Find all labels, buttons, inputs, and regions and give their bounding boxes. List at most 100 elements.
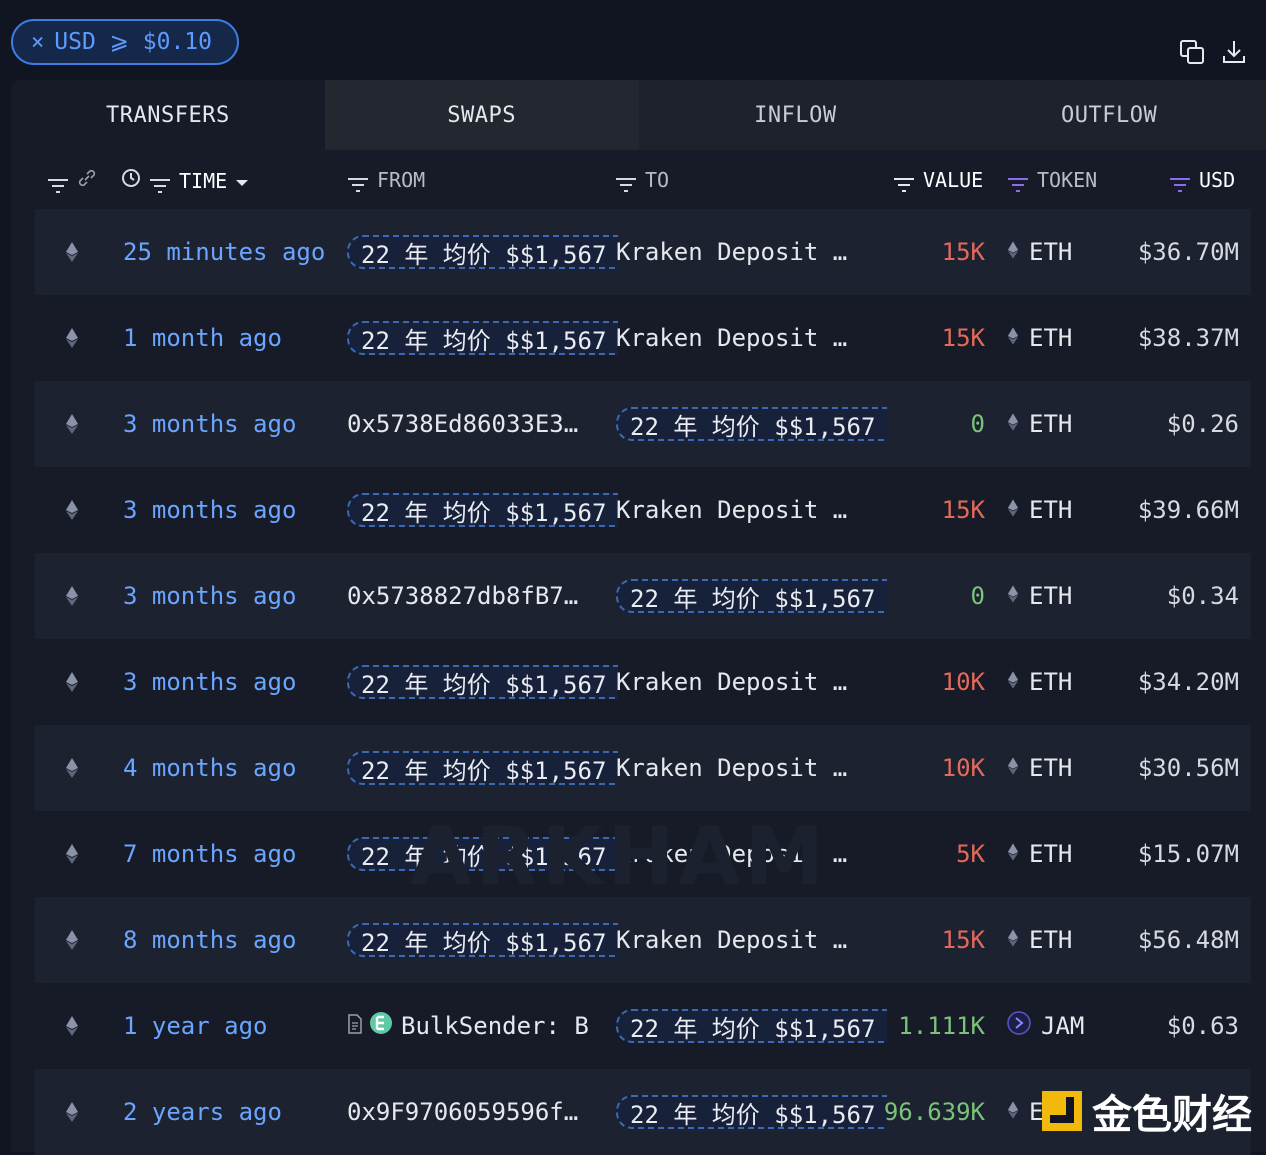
token-cell[interactable]: ETH	[1007, 553, 1072, 639]
token-cell[interactable]: ETH	[1007, 811, 1072, 897]
to-column-header[interactable]: TO	[645, 168, 669, 192]
usd-column-header[interactable]: USD	[1199, 168, 1235, 192]
token-column-header[interactable]: TOKEN	[1037, 168, 1097, 192]
to-filter-icon[interactable]	[615, 173, 637, 192]
table-row[interactable]: 3 months ago 22 年 均价 $$1,567 Kraken Deposi…	[35, 467, 1251, 553]
tab-outflow[interactable]: OUTFLOW	[952, 80, 1266, 150]
from-address[interactable]: 22 年 均价 $$1,567	[347, 209, 619, 295]
to-address[interactable]: 22 年 均价 $$1,567	[616, 553, 888, 639]
time-link[interactable]: 3 months ago	[123, 467, 296, 553]
from-address[interactable]: 0x5738827db8fB7…	[347, 553, 578, 639]
entity-tag[interactable]: 22 年 均价 $$1,567	[616, 579, 888, 613]
transfer-value: 10K	[941, 668, 985, 696]
time-link[interactable]: 2 years ago	[123, 1069, 282, 1155]
table-row[interactable]: 3 months ago 0x5738Ed86033E3… 22 年 均价 $$1,…	[35, 381, 1251, 467]
time-link[interactable]: 1 month ago	[123, 295, 282, 381]
from-address[interactable]: 22 年 均价 $$1,567	[347, 639, 619, 725]
address-label[interactable]: BulkSender: B	[401, 1012, 589, 1040]
entity-tag[interactable]: 22 年 均价 $$1,567	[347, 235, 619, 269]
entity-tag[interactable]: 22 年 均价 $$1,567	[347, 493, 619, 527]
from-filter-icon[interactable]	[347, 173, 369, 192]
token-cell[interactable]: ETH	[1007, 295, 1072, 381]
time-link[interactable]: 1 year ago	[123, 983, 268, 1069]
address-label[interactable]: 0x5738827db8fB7…	[347, 582, 578, 610]
entity-tag[interactable]: 22 年 均价 $$1,567	[616, 1095, 888, 1129]
address-label[interactable]: 0x9F9706059596f…	[347, 1098, 578, 1126]
table-row[interactable]: 8 months ago 22 年 均价 $$1,567 Kraken Deposi…	[35, 897, 1251, 983]
time-link[interactable]: 3 months ago	[123, 381, 296, 467]
entity-tag[interactable]: 22 年 均价 $$1,567	[347, 321, 619, 355]
usd-value: $38.37M	[1137, 324, 1239, 352]
address-label[interactable]: Kraken Deposit …	[616, 668, 847, 696]
entity-tag[interactable]: 22 年 均价 $$1,567	[616, 407, 888, 441]
time-link[interactable]: 25 minutes ago	[123, 209, 325, 295]
to-address[interactable]: 22 年 均价 $$1,567	[616, 983, 888, 1069]
time-link[interactable]: 7 months ago	[123, 811, 296, 897]
table-row[interactable]: 25 minutes ago 22 年 均价 $$1,567 Kraken Depo…	[35, 209, 1251, 295]
usd-value: $0.63	[1166, 1012, 1239, 1040]
address-label[interactable]: Kraken Deposit …	[616, 324, 847, 352]
token-cell[interactable]: ETH	[1007, 639, 1072, 725]
usd-filter-icon[interactable]	[1169, 173, 1191, 192]
from-address[interactable]: 0x9F9706059596f…	[347, 1069, 578, 1155]
token-filter-icon[interactable]	[1007, 173, 1029, 192]
address-label[interactable]: Kraken Deposit …	[616, 754, 847, 782]
to-address[interactable]: Kraken Deposit …	[616, 295, 847, 381]
entity-tag[interactable]: 22 年 均价 $$1,567	[616, 1009, 888, 1043]
tab-swaps[interactable]: SWAPS	[324, 80, 639, 150]
close-icon[interactable]: ×	[31, 30, 44, 55]
table-row[interactable]: 1 month ago 22 年 均价 $$1,567 Kraken Deposit…	[35, 295, 1251, 381]
address-label[interactable]: Kraken Deposit …	[616, 496, 847, 524]
jinse-logo-icon	[1040, 1089, 1084, 1133]
eth-token-icon	[1007, 926, 1019, 954]
table-row[interactable]: 3 months ago 22 年 均价 $$1,567 Kraken Deposi…	[35, 639, 1251, 725]
token-cell[interactable]: JAM	[1007, 983, 1084, 1069]
address-label[interactable]: Kraken Deposit …	[616, 926, 847, 954]
tab-transfers[interactable]: TRANSFERS	[11, 80, 325, 150]
value-column-header[interactable]: VALUE	[923, 168, 983, 192]
from-column-header[interactable]: FROM	[377, 168, 425, 192]
time-link[interactable]: 8 months ago	[123, 897, 296, 983]
transfer-value: 0	[970, 410, 985, 438]
download-icon[interactable]	[1220, 38, 1248, 66]
sort-down-icon[interactable]	[235, 169, 249, 193]
token-cell[interactable]: ETH	[1007, 725, 1072, 811]
from-address[interactable]: 22 年 均价 $$1,567	[347, 295, 619, 381]
entity-tag[interactable]: 22 年 均价 $$1,567	[347, 751, 619, 785]
token-cell[interactable]: ETH	[1007, 467, 1072, 553]
to-address[interactable]: Kraken Deposit …	[616, 639, 847, 725]
to-address[interactable]: 22 年 均价 $$1,567	[616, 381, 888, 467]
from-address[interactable]: 0x5738Ed86033E3…	[347, 381, 578, 467]
link-icon[interactable]	[77, 168, 97, 193]
from-address[interactable]: 22 年 均价 $$1,567	[347, 467, 619, 553]
from-address[interactable]: BulkSender: B	[347, 983, 589, 1069]
token-cell[interactable]: ETH	[1007, 209, 1072, 295]
to-address[interactable]: Kraken Deposit …	[616, 209, 847, 295]
to-address[interactable]: Kraken Deposit …	[616, 897, 847, 983]
entity-tag[interactable]: 22 年 均价 $$1,567	[347, 665, 619, 699]
copy-icon[interactable]	[1178, 38, 1206, 66]
from-address[interactable]: 22 年 均价 $$1,567	[347, 897, 619, 983]
address-label[interactable]: 0x5738Ed86033E3…	[347, 410, 578, 438]
tab-inflow[interactable]: INFLOW	[638, 80, 953, 150]
from-address[interactable]: 22 年 均价 $$1,567	[347, 725, 619, 811]
transfer-value: 15K	[941, 324, 985, 352]
to-address[interactable]: 22 年 均价 $$1,567	[616, 1069, 888, 1155]
address-label[interactable]: Kraken Deposit …	[616, 238, 847, 266]
token-cell[interactable]: ETH	[1007, 897, 1072, 983]
table-row[interactable]: 1 year ago BulkSender: B 22 年 均价 $$1,567 1.…	[35, 983, 1251, 1069]
time-column-header[interactable]: TIME	[179, 169, 227, 193]
usd-filter-chip[interactable]: × USD ⩾ $0.10	[11, 19, 239, 65]
to-address[interactable]: Kraken Deposit …	[616, 467, 847, 553]
value-filter-icon[interactable]	[893, 173, 915, 192]
time-link[interactable]: 3 months ago	[123, 639, 296, 725]
to-address[interactable]: Kraken Deposit …	[616, 725, 847, 811]
table-row[interactable]: 3 months ago 0x5738827db8fB7… 22 年 均价 $$1,…	[35, 553, 1251, 639]
time-filter-icon[interactable]	[149, 174, 171, 193]
table-row[interactable]: 4 months ago 22 年 均价 $$1,567 Kraken Deposi…	[35, 725, 1251, 811]
time-link[interactable]: 4 months ago	[123, 725, 296, 811]
time-link[interactable]: 3 months ago	[123, 553, 296, 639]
token-cell[interactable]: ETH	[1007, 381, 1072, 467]
entity-tag[interactable]: 22 年 均价 $$1,567	[347, 923, 619, 957]
filter-icon[interactable]	[47, 174, 69, 193]
